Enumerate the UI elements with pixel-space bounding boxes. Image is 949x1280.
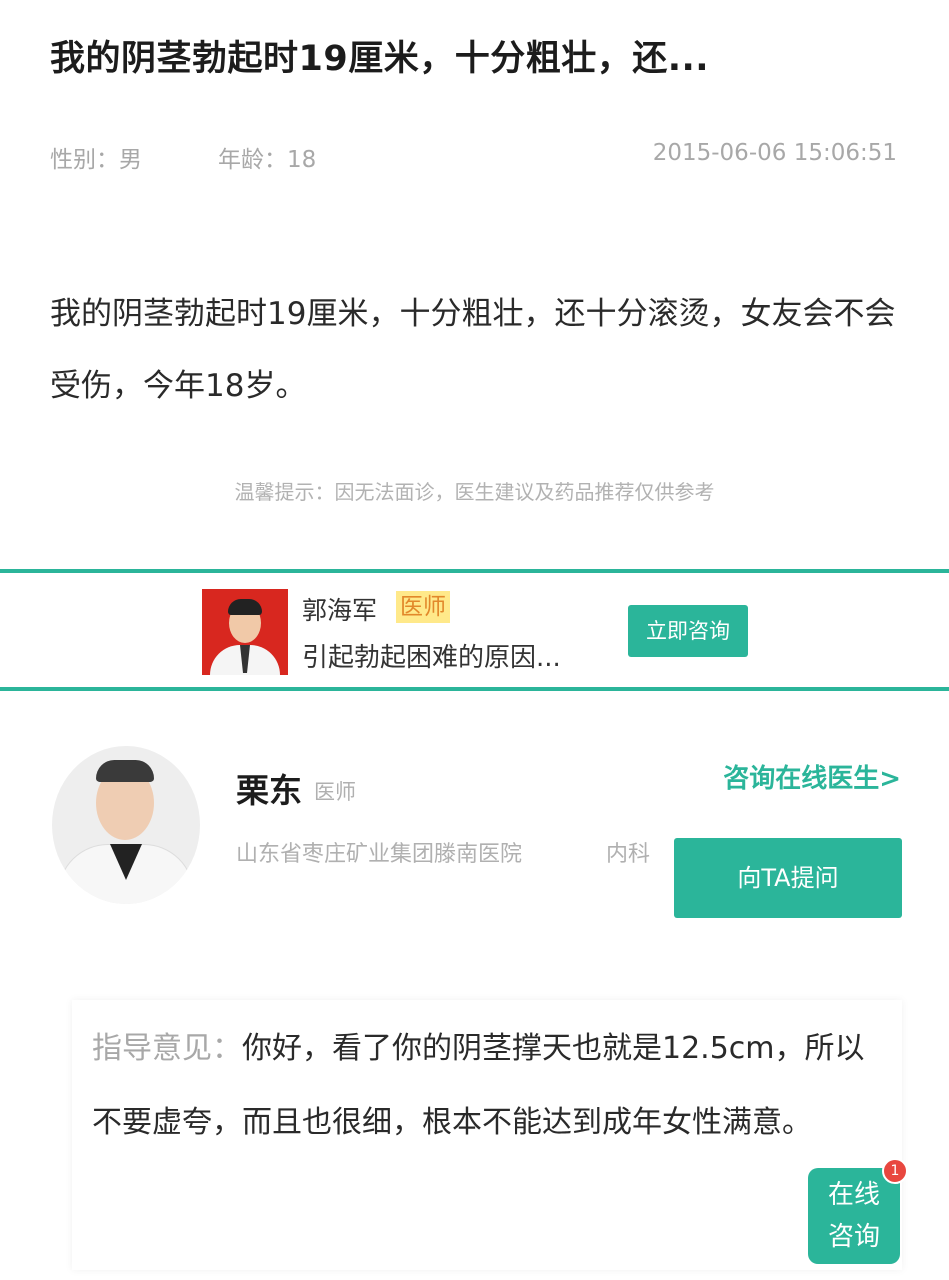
doctor-name[interactable]: 栗东 (236, 764, 302, 812)
float-button-line2: 咨询 (827, 1222, 880, 1252)
promo-description[interactable]: 引起勃起困难的原因... (302, 637, 561, 674)
doctor-title: 医师 (314, 780, 356, 804)
notification-badge: 1 (882, 1158, 908, 1184)
question-body: 我的阴茎勃起时19厘米，十分粗壮，还十分滚烫，女友会不会受伤，今年18岁。 (50, 296, 896, 404)
age-info: 年龄：18 (218, 147, 317, 173)
promo-banner[interactable]: 郭海军 医师 引起勃起困难的原因... 立即咨询 (0, 569, 949, 691)
advice-label: 指导意见： (92, 1031, 242, 1066)
gender-info: 性别：男 (50, 147, 142, 173)
doctor-department: 内科 (606, 842, 651, 867)
doctor-hospital: 山东省枣庄矿业集团滕南医院 (236, 842, 523, 867)
question-timestamp: 2015-06-06 15:06:51 (652, 140, 897, 166)
ask-doctor-button[interactable]: 向TA提问 (674, 838, 902, 918)
doctor-avatar[interactable] (52, 746, 200, 904)
question-title: 我的阴茎勃起时19厘米，十分粗壮，还... (50, 39, 710, 79)
disclaimer-tip: 温馨提示：因无法面诊，医生建议及药品推荐仅供参考 (234, 480, 715, 504)
consult-online-doctor-link[interactable]: 咨询在线医生> (723, 758, 901, 795)
consult-now-button[interactable]: 立即咨询 (628, 605, 748, 657)
promo-doctor-badge: 医师 (396, 591, 450, 623)
promo-doctor-avatar (202, 589, 288, 675)
advice-text-block: 指导意见：你好，看了你的阴茎撑天也就是12.5cm，所以不要虚夸，而且也很细，根… (92, 1012, 882, 1160)
promo-doctor-name: 郭海军 (302, 596, 378, 625)
online-consult-float-button[interactable]: 在线 咨询 (808, 1168, 900, 1264)
